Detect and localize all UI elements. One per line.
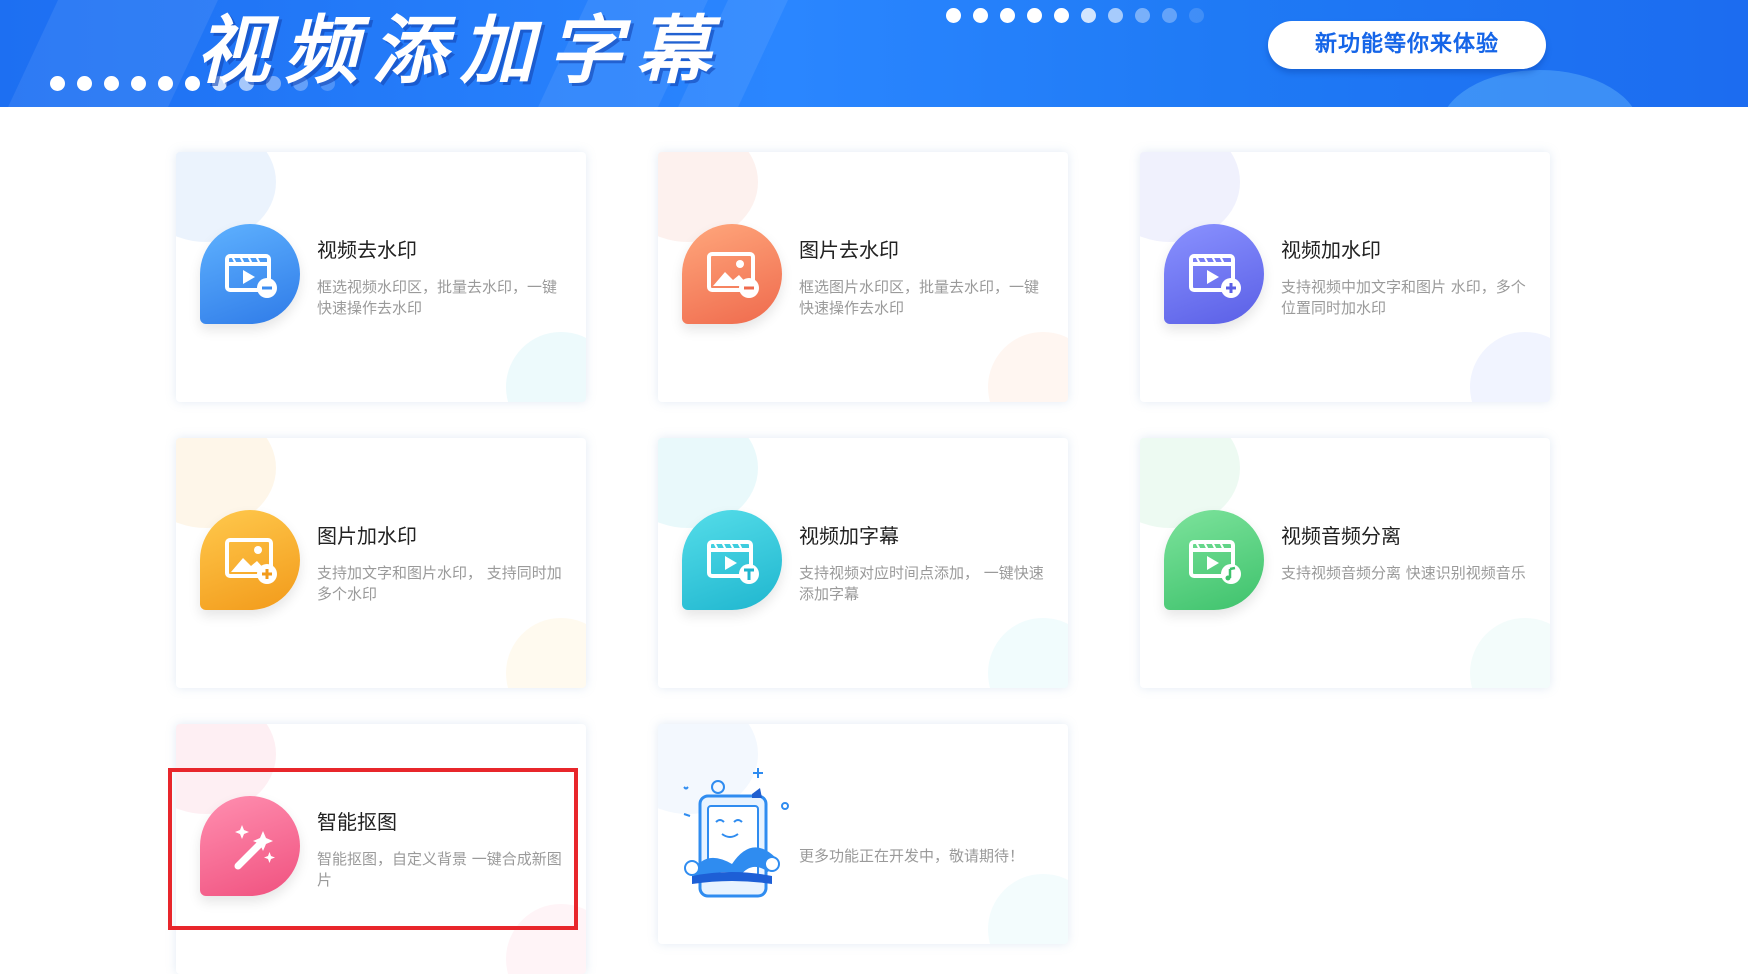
developer-illustration-icon xyxy=(670,764,790,904)
card-description: 支持视频音频分离 快速识别视频音乐 xyxy=(1281,564,1526,582)
card-description: 智能抠图，自定义背景 一键合成新图片 xyxy=(317,850,562,889)
card-coming-soon: 更多功能正在开发中，敬请期待！ xyxy=(658,724,1068,944)
card-video-remove-watermark[interactable]: 视频去水印 框选视频水印区，批量去水印，一键快速操作去水印 xyxy=(176,152,586,402)
card-video-add-watermark[interactable]: 视频加水印 支持视频中加文字和图片 水印，多个位置同时加水印 xyxy=(1140,152,1550,402)
video-audio-separate-icon xyxy=(1164,510,1264,610)
video-remove-watermark-icon xyxy=(200,224,300,324)
new-feature-button[interactable]: 新功能等你来体验 xyxy=(1268,21,1546,69)
card-image-add-watermark[interactable]: 图片加水印 支持加文字和图片水印， 支持同时加多个水印 xyxy=(176,438,586,688)
card-title: 视频音频分离 xyxy=(1281,524,1401,548)
card-title: 视频去水印 xyxy=(317,238,417,262)
header-banner: 视频添加字幕 新功能等你来体验 xyxy=(0,0,1748,107)
card-title: 智能抠图 xyxy=(317,810,397,834)
card-description: 支持视频中加文字和图片 水印，多个位置同时加水印 xyxy=(1281,278,1526,317)
decorative-dots-top xyxy=(946,8,1204,23)
card-title: 图片去水印 xyxy=(799,238,899,262)
card-image-remove-watermark[interactable]: 图片去水印 框选图片水印区，批量去水印，一键快速操作去水印 xyxy=(658,152,1068,402)
card-description: 支持加文字和图片水印， 支持同时加多个水印 xyxy=(317,564,562,603)
card-video-add-subtitle[interactable]: 视频加字幕 支持视频对应时间点添加， 一键快速添加字幕 xyxy=(658,438,1068,688)
card-description: 框选图片水印区，批量去水印，一键快速操作去水印 xyxy=(799,278,1040,317)
card-title: 视频加字幕 xyxy=(799,524,899,548)
video-add-subtitle-icon xyxy=(682,510,782,610)
magic-wand-icon xyxy=(200,796,300,896)
card-description: 框选视频水印区，批量去水印，一键快速操作去水印 xyxy=(317,278,558,317)
card-description: 支持视频对应时间点添加， 一键快速添加字幕 xyxy=(799,564,1044,603)
image-remove-watermark-icon xyxy=(682,224,782,324)
card-video-audio-separate[interactable]: 视频音频分离 支持视频音频分离 快速识别视频音乐 xyxy=(1140,438,1550,688)
card-title: 图片加水印 xyxy=(317,524,417,548)
banner-title: 视频添加字幕 xyxy=(196,8,724,94)
image-add-watermark-icon xyxy=(200,510,300,610)
card-title: 视频加水印 xyxy=(1281,238,1381,262)
coming-soon-text: 更多功能正在开发中，敬请期待！ xyxy=(799,847,1025,865)
video-add-watermark-icon xyxy=(1164,224,1264,324)
